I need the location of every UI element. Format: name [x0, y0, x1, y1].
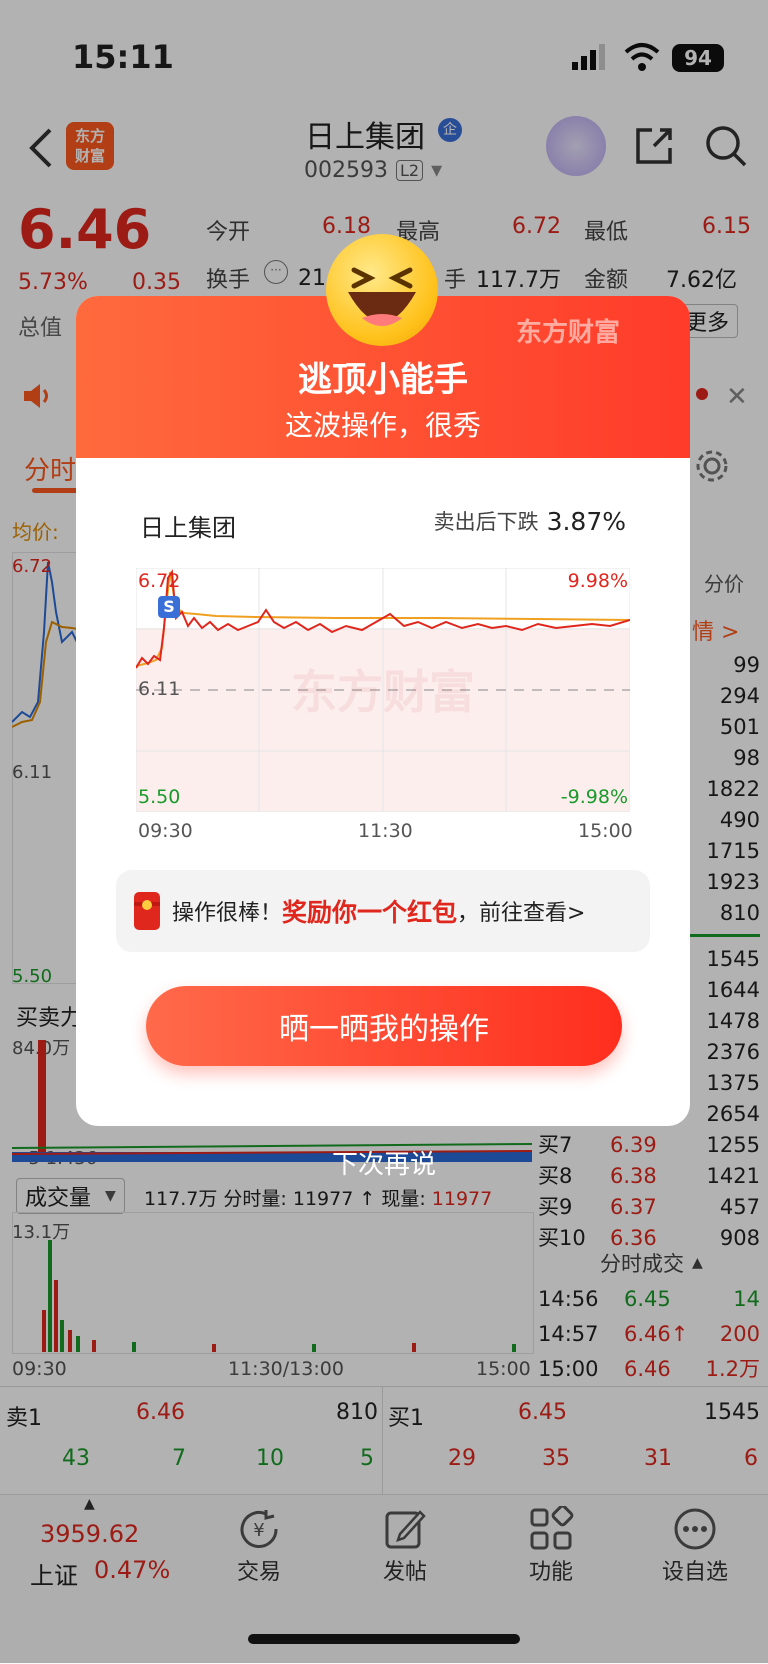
- sell-marker-icon: S: [158, 596, 180, 618]
- red-packet-banner[interactable]: 操作很棒！ 奖励你一个红包 ，前往查看>: [116, 870, 650, 952]
- chart-bottom-pct: -9.98%: [560, 786, 628, 808]
- dismiss-later-link[interactable]: 下次再说: [0, 1144, 768, 1181]
- reward-suffix: ，前往查看>: [457, 901, 586, 926]
- share-operation-button[interactable]: 晒一晒我的操作: [146, 986, 622, 1066]
- intraday-chart: 东方财富 S 6.72 9.98% 6.11 5.50 -9.98%: [136, 568, 630, 812]
- drop-label: 卖出后下跌: [433, 510, 539, 534]
- home-indicator[interactable]: [248, 1634, 520, 1644]
- achievement-modal: 东方财富 逃顶小能手 这波操作，很秀 日上集团 卖出后下跌 3.87% 东方财富…: [76, 296, 690, 1126]
- modal-subtitle: 这波操作，很秀: [284, 409, 481, 442]
- chart-top-pct: 9.98%: [567, 570, 628, 592]
- chart-x-start: 09:30: [138, 820, 193, 842]
- modal-title: 逃顶小能手: [298, 360, 468, 400]
- modal-stock-name: 日上集团: [140, 514, 236, 542]
- chart-top-price: 6.72: [138, 570, 181, 592]
- laughing-emoji-icon: [326, 234, 438, 346]
- share-operation-label: 晒一晒我的操作: [279, 1012, 489, 1047]
- chart-x-end: 15:00: [578, 820, 633, 842]
- modal-brand-watermark: 东方财富: [516, 318, 621, 348]
- chart-bottom-price: 5.50: [138, 786, 181, 808]
- chart-x-mid: 11:30: [358, 820, 413, 842]
- svg-text:东方财富: 东方财富: [291, 665, 475, 719]
- drop-value: 3.87%: [546, 506, 626, 536]
- chart-mid-price: 6.11: [138, 678, 181, 700]
- red-packet-icon: [134, 892, 160, 930]
- reward-prefix: 操作很棒！: [172, 901, 283, 926]
- reward-highlight: 奖励你一个红包: [282, 898, 458, 927]
